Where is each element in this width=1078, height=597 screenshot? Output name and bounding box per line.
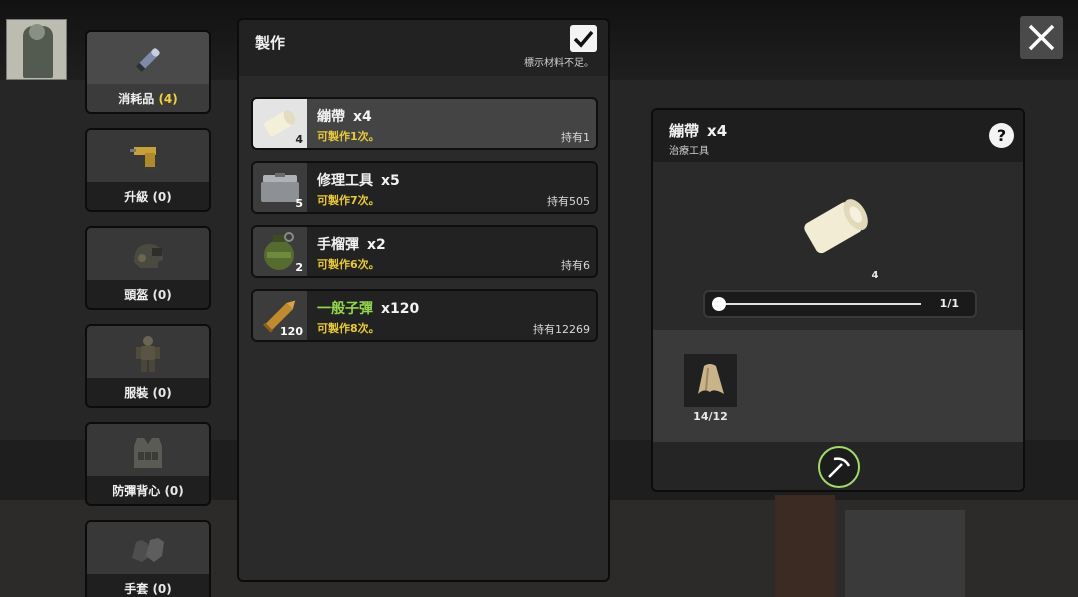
slider-knob[interactable]: [712, 297, 726, 311]
craft-panel: 製作 標示材料不足。 4 繃帶 x4 可製作1次。 持有1 5 修理工具 x5 …: [237, 18, 610, 582]
category-count: (0): [152, 288, 172, 302]
category-gloves[interactable]: 手套 (0): [85, 520, 211, 597]
recipe-owned-count: 持有505: [547, 195, 590, 208]
craft-panel-header: 製作 標示材料不足。: [239, 20, 608, 76]
close-button[interactable]: [1020, 16, 1063, 59]
category-count: (0): [152, 386, 172, 400]
category-count: (0): [152, 582, 172, 596]
recipe-craftable-count: 可製作7次。: [317, 194, 380, 207]
recipe-row-repair-kit[interactable]: 5 修理工具 x5 可製作7次。 持有505: [251, 161, 598, 214]
craft-button[interactable]: [818, 446, 860, 488]
material-count: 14/12: [693, 410, 728, 423]
recipe-thumbnail: 120: [253, 291, 307, 340]
recipe-thumbnail: 4: [253, 99, 307, 148]
recipe-thumb-qty: 2: [295, 261, 303, 274]
materials-section: 14/12: [653, 330, 1023, 442]
recipe-thumb-qty: 120: [280, 325, 303, 338]
category-label: 服裝 (0): [124, 386, 172, 400]
close-icon: [1028, 24, 1055, 51]
recipe-craftable-count: 可製作1次。: [317, 130, 380, 143]
item-detail-header: 繃帶 x4 治療工具 ?: [653, 110, 1023, 162]
category-label: 頭盔 (0): [124, 288, 172, 302]
recipe-name: 手榴彈 x2: [317, 237, 386, 253]
recipe-thumb-qty: 5: [295, 197, 303, 210]
recipe-owned-count: 持有1: [561, 131, 590, 144]
item-detail-name: 繃帶 x4: [669, 122, 728, 140]
category-label: 消耗品 (4): [118, 92, 178, 106]
gloves-icon: [132, 538, 164, 562]
recipe-craftable-count: 可製作8次。: [317, 322, 380, 335]
craft-amount-slider[interactable]: 1/1: [703, 290, 977, 318]
slider-track: [717, 303, 921, 305]
item-preview: 4 1/1: [653, 162, 1023, 330]
recipe-row-grenade[interactable]: 2 手榴彈 x2 可製作6次。 持有6: [251, 225, 598, 278]
recipe-thumbnail: 2: [253, 227, 307, 276]
player-avatar: [6, 19, 67, 80]
recipe-owned-count: 持有6: [561, 259, 590, 272]
item-detail-type: 治療工具: [669, 146, 709, 157]
recipe-name: 繃帶 x4: [317, 109, 372, 125]
recipe-owned-count: 持有12269: [533, 323, 590, 336]
recipe-row-ammo[interactable]: 120 一般子彈 x120 可製作8次。 持有12269: [251, 289, 598, 342]
category-label: 防彈背心 (0): [112, 484, 184, 498]
category-count: (0): [164, 484, 184, 498]
category-consumables[interactable]: 消耗品 (4): [85, 30, 211, 114]
item-preview-qty: 4: [871, 270, 879, 281]
recipe-name: 一般子彈 x120: [317, 301, 420, 317]
item-detail-panel: 繃帶 x4 治療工具 ? 4 1/1 14/12: [651, 108, 1025, 492]
recipe-thumbnail: 5: [253, 163, 307, 212]
category-count: (0): [152, 190, 172, 204]
material-slot[interactable]: [684, 354, 737, 407]
cloth-icon: [698, 364, 724, 394]
slider-value: 1/1: [939, 297, 959, 310]
soldier-outfit-icon: [136, 336, 160, 372]
show-insufficient-checkbox[interactable]: [570, 25, 597, 52]
recipe-row-bandage[interactable]: 4 繃帶 x4 可製作1次。 持有1: [251, 97, 598, 150]
category-label: 升級 (0): [124, 190, 172, 204]
recipe-thumb-qty: 4: [295, 133, 303, 146]
recipe-name: 修理工具 x5: [317, 173, 400, 189]
category-label: 手套 (0): [124, 582, 172, 596]
vest-icon: [134, 438, 162, 468]
checkmark-icon: [573, 30, 594, 48]
craft-action-bar: [653, 442, 1023, 490]
drill-icon: [130, 147, 159, 173]
pickaxe-icon: [828, 457, 851, 478]
help-button[interactable]: ?: [989, 123, 1014, 148]
category-upgrade[interactable]: 升級 (0): [85, 128, 211, 212]
category-helmet[interactable]: 頭盔 (0): [85, 226, 211, 310]
bandage-large-icon: [804, 199, 868, 254]
helmet-icon: [134, 244, 163, 268]
show-insufficient-label: 標示材料不足。: [524, 58, 594, 69]
category-vest[interactable]: 防彈背心 (0): [85, 422, 211, 506]
bullet-icon: [135, 48, 160, 73]
recipe-craftable-count: 可製作6次。: [317, 258, 380, 271]
category-clothing[interactable]: 服裝 (0): [85, 324, 211, 408]
craft-panel-title: 製作: [255, 34, 286, 52]
category-count: (4): [158, 92, 178, 106]
